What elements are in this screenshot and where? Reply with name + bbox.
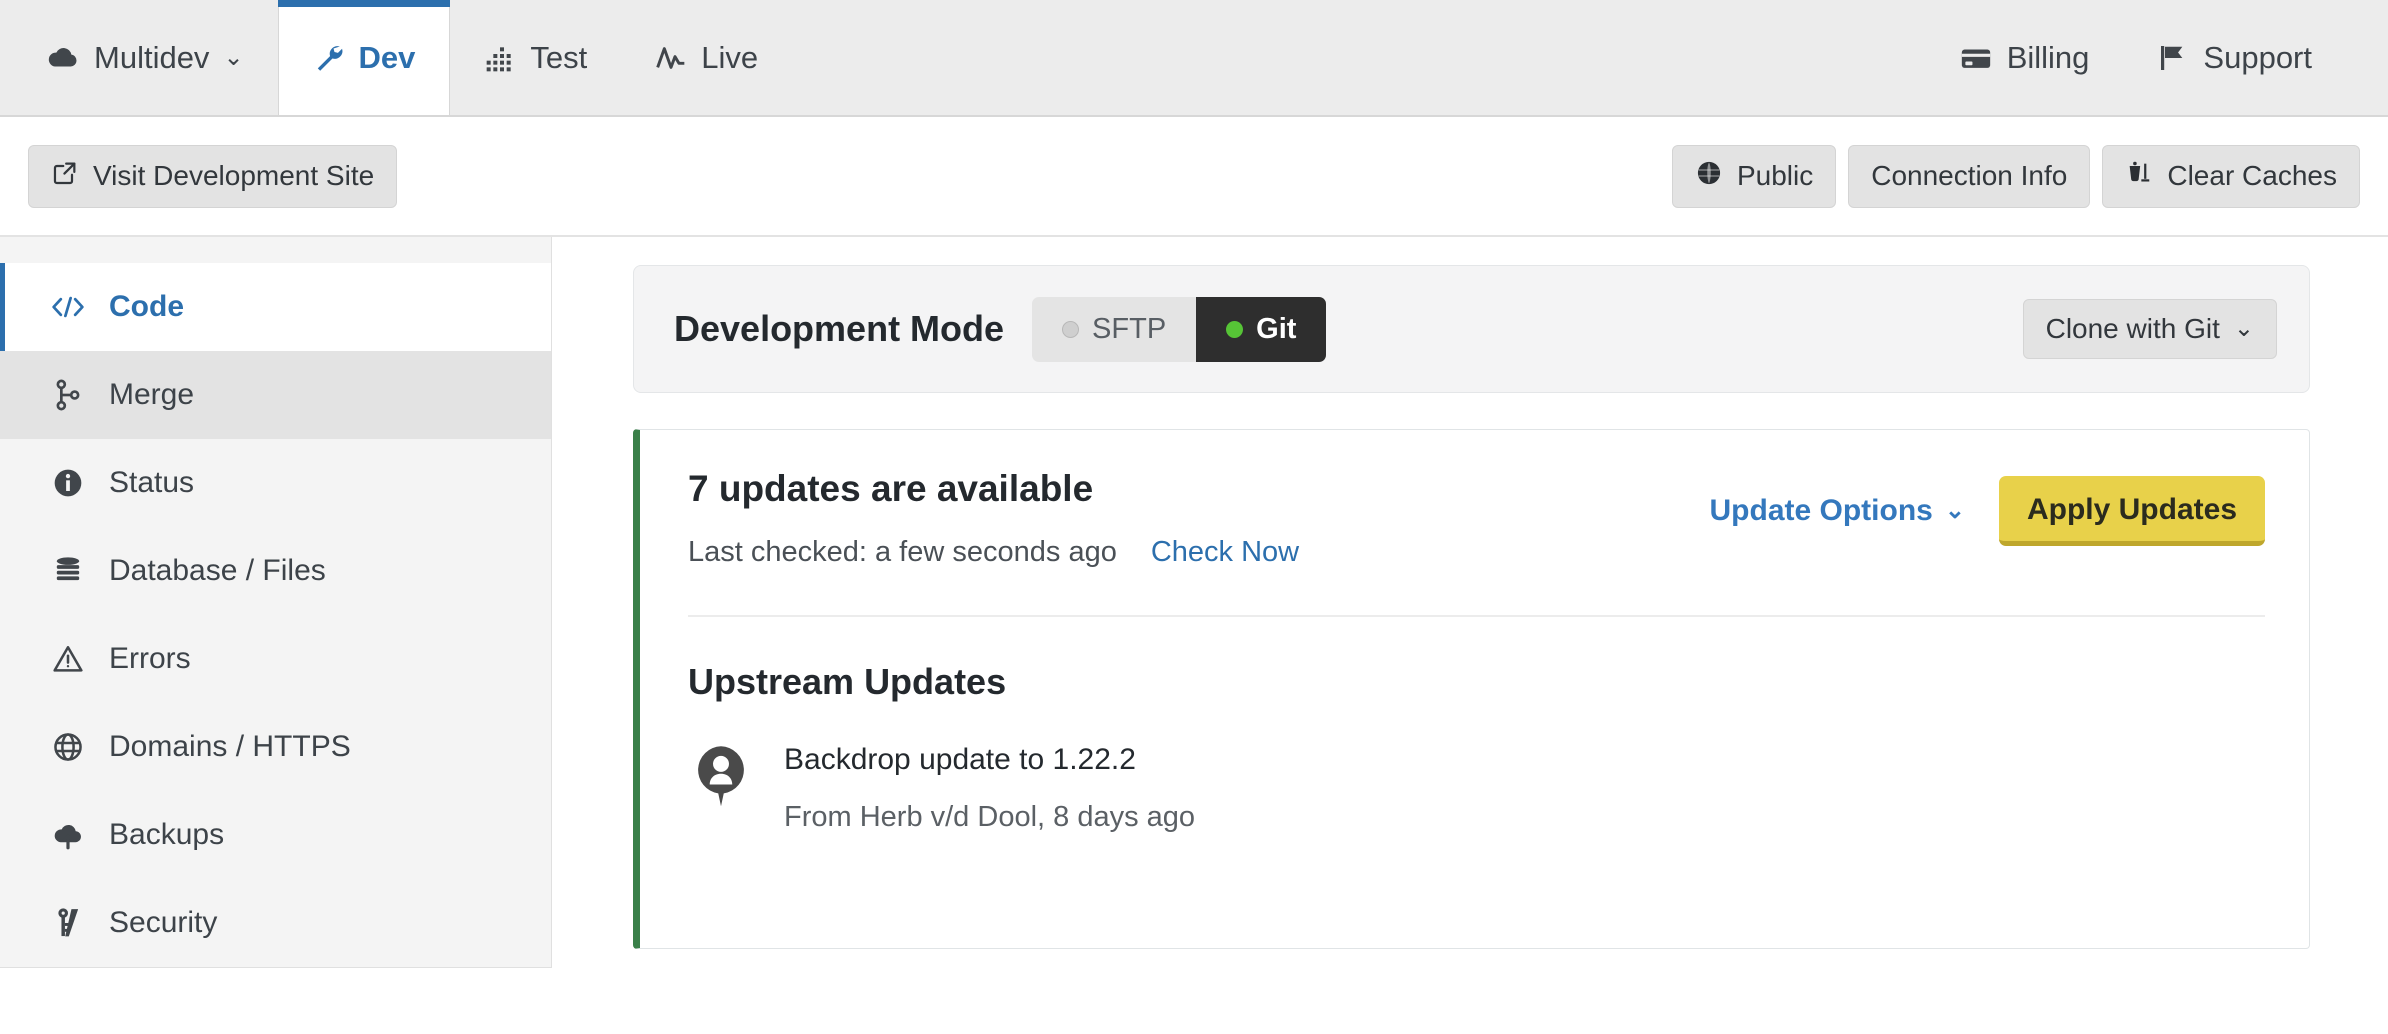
sidebar-item-code-label: Code — [109, 290, 184, 323]
public-visibility-label: Public — [1736, 160, 1814, 191]
environment-sidebar: Code Merge Status Database / Files Error… — [0, 237, 552, 968]
updates-available-heading: 7 updates are available — [688, 468, 1094, 509]
git-merge-icon — [51, 379, 85, 411]
visit-development-site-label: Visit Development Site — [93, 160, 375, 191]
upstream-update-title: Backdrop update to 1.22.2 — [784, 743, 1136, 776]
main-content: Development Mode SFTP Git Clone with Git… — [552, 237, 2388, 1034]
updates-card-header: 7 updates are available Last checked: a … — [688, 468, 2265, 569]
info-circle-icon — [51, 467, 85, 499]
sidebar-item-security-label: Security — [109, 906, 218, 939]
warning-triangle-icon — [51, 643, 85, 675]
upstream-update-details: Backdrop update to 1.22.2 From Herb v/d … — [784, 743, 1195, 834]
upstream-updates-heading: Upstream Updates — [688, 661, 1007, 702]
primary-tab-bar: Multidev ⌄ Dev Test Live Billing Support — [0, 0, 2388, 117]
sidebar-item-backups-label: Backups — [109, 818, 225, 851]
check-now-link[interactable]: Check Now — [1151, 536, 1299, 569]
list-item: Backdrop update to 1.22.2 From Herb v/d … — [688, 743, 2265, 834]
tab-live-label: Live — [701, 39, 759, 75]
tab-bar-right-group: Billing Support — [1925, 0, 2388, 115]
git-mode-label: Git — [1256, 312, 1297, 345]
action-bar-right-group: Public Connection Info Clear Caches — [1671, 144, 2360, 208]
sidebar-item-security[interactable]: Security — [0, 879, 551, 967]
clone-with-git-button[interactable]: Clone with Git ⌄ — [2022, 299, 2277, 359]
clone-with-git-label: Clone with Git — [2045, 313, 2220, 344]
tab-multidev[interactable]: Multidev ⌄ — [12, 0, 278, 115]
sftp-status-dot-icon — [1062, 320, 1080, 338]
clear-caches-icon — [2125, 159, 2153, 194]
tab-support-label: Support — [2203, 39, 2312, 75]
sidebar-item-code[interactable]: Code — [0, 263, 551, 351]
pulse-icon — [655, 42, 687, 74]
development-mode-panel: Development Mode SFTP Git Clone with Git… — [633, 265, 2310, 393]
external-link-icon — [51, 159, 79, 194]
sftp-mode-option[interactable]: SFTP — [1032, 296, 1197, 362]
chart-dots-icon — [484, 42, 516, 74]
chevron-down-icon: ⌄ — [2233, 315, 2254, 342]
updates-actions: Update Options ⌄ Apply Updates — [1710, 468, 2265, 546]
page-body: Code Merge Status Database / Files Error… — [0, 237, 2388, 1034]
sidebar-item-merge-label: Merge — [109, 378, 195, 411]
tab-billing[interactable]: Billing — [1925, 0, 2124, 115]
last-checked-text: Last checked: a few seconds ago — [688, 536, 1117, 568]
sidebar-item-status-label: Status — [109, 466, 195, 499]
updates-summary: 7 updates are available Last checked: a … — [688, 468, 1710, 569]
sidebar-item-database-files[interactable]: Database / Files — [0, 527, 551, 615]
sidebar-item-merge[interactable]: Merge — [0, 351, 551, 439]
sidebar-item-backups[interactable]: Backups — [0, 791, 551, 879]
chevron-down-icon[interactable]: ⌄ — [223, 45, 243, 70]
code-brackets-icon — [51, 294, 85, 320]
globe-icon — [51, 731, 85, 763]
sidebar-item-errors-label: Errors — [109, 642, 191, 675]
database-icon — [51, 555, 85, 587]
globe-icon — [1695, 159, 1723, 194]
updates-card: 7 updates are available Last checked: a … — [633, 429, 2310, 949]
user-avatar-icon — [688, 743, 754, 809]
updates-meta: Last checked: a few seconds ago Check No… — [688, 536, 1710, 569]
tab-multidev-label: Multidev — [94, 39, 210, 75]
sidebar-item-status[interactable]: Status — [0, 439, 551, 527]
update-options-label: Update Options — [1709, 494, 1933, 527]
sftp-mode-label: SFTP — [1092, 312, 1167, 345]
public-visibility-button[interactable]: Public — [1671, 144, 1837, 208]
connection-info-button[interactable]: Connection Info — [1848, 144, 2091, 208]
git-mode-option[interactable]: Git — [1196, 296, 1327, 362]
cloud-upload-icon — [51, 819, 85, 851]
clear-caches-button[interactable]: Clear Caches — [2102, 144, 2360, 208]
environment-action-bar: Visit Development Site Public Connection… — [0, 117, 2388, 237]
tab-test-label: Test — [530, 39, 588, 75]
visit-development-site-button[interactable]: Visit Development Site — [28, 144, 398, 208]
wrench-icon — [313, 42, 345, 74]
tab-support[interactable]: Support — [2123, 0, 2346, 115]
tab-dev[interactable]: Dev — [277, 0, 451, 115]
credit-card-icon — [1959, 41, 1993, 75]
updates-divider — [688, 615, 2265, 617]
git-status-dot-icon — [1226, 320, 1244, 338]
tab-live[interactable]: Live — [621, 0, 792, 115]
sidebar-item-errors[interactable]: Errors — [0, 615, 551, 703]
upstream-update-byline: From Herb v/d Dool, 8 days ago — [784, 801, 1196, 833]
apply-updates-button[interactable]: Apply Updates — [1998, 476, 2265, 546]
flag-icon — [2157, 42, 2189, 74]
sidebar-item-domains-https[interactable]: Domains / HTTPS — [0, 703, 551, 791]
tab-dev-label: Dev — [358, 39, 416, 75]
development-mode-title: Development Mode — [674, 308, 1005, 349]
development-mode-toggle: SFTP Git — [1032, 296, 1327, 362]
sidebar-item-database-files-label: Database / Files — [109, 554, 326, 587]
clear-caches-label: Clear Caches — [2167, 160, 2337, 191]
key-icon — [51, 907, 85, 939]
tab-billing-label: Billing — [2006, 39, 2090, 75]
connection-info-label: Connection Info — [1871, 160, 2068, 191]
cloud-icon — [46, 41, 80, 75]
update-options-dropdown[interactable]: Update Options ⌄ — [1710, 494, 1965, 528]
chevron-down-icon: ⌄ — [1944, 497, 1965, 524]
sidebar-item-domains-https-label: Domains / HTTPS — [109, 730, 351, 763]
tab-test[interactable]: Test — [450, 0, 621, 115]
